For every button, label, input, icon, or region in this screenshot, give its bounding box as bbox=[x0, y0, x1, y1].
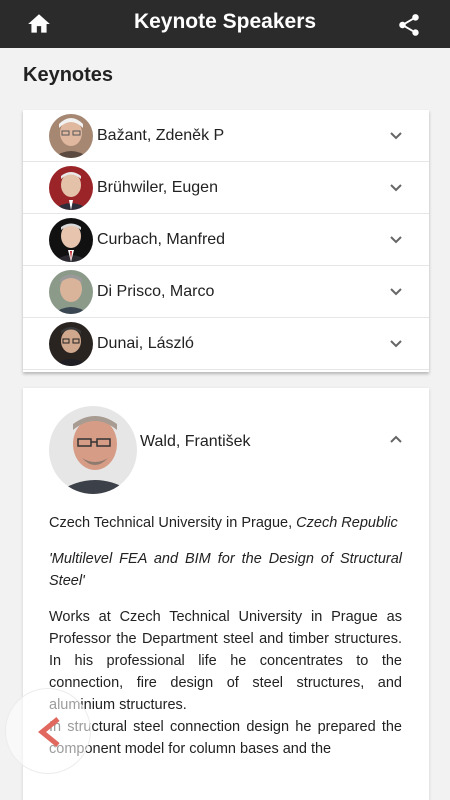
chevron-down-icon[interactable] bbox=[389, 338, 403, 350]
speaker-affiliation: Czech Technical University in Prague, Cz… bbox=[49, 512, 402, 534]
affiliation-institution: Czech Technical University in Prague, bbox=[49, 515, 293, 531]
share-icon[interactable] bbox=[396, 12, 422, 38]
speaker-name: Wald, František bbox=[140, 433, 251, 450]
speaker-name: Curbach, Manfred bbox=[97, 231, 226, 248]
speaker-row-di-prisco[interactable]: Di Prisco, Marco bbox=[23, 266, 429, 318]
speaker-avatar-large bbox=[49, 406, 137, 494]
speaker-details: Czech Technical University in Prague, Cz… bbox=[49, 512, 402, 760]
talk-title-text: 'Multilevel FEA and BIM for the Design o… bbox=[49, 551, 402, 589]
back-button[interactable] bbox=[5, 688, 91, 774]
speaker-avatar bbox=[49, 322, 93, 366]
speaker-name: Bažant, Zdeněk P bbox=[97, 127, 225, 144]
speaker-row-bazant[interactable]: Bažant, Zdeněk P bbox=[23, 110, 429, 162]
chevron-down-icon[interactable] bbox=[389, 234, 403, 246]
affiliation-country: Czech Republic bbox=[296, 515, 398, 531]
chevron-left-icon bbox=[38, 717, 60, 747]
speaker-row-curbach[interactable]: Curbach, Manfred bbox=[23, 214, 429, 266]
chevron-down-icon[interactable] bbox=[389, 182, 403, 194]
speaker-row-dunai[interactable]: Dunai, László bbox=[23, 318, 429, 370]
speaker-avatar bbox=[49, 218, 93, 262]
speaker-avatar bbox=[49, 270, 93, 314]
app-bar: Keynote Speakers bbox=[0, 0, 450, 48]
chevron-down-icon[interactable] bbox=[389, 130, 403, 142]
speaker-list: Bažant, Zdeněk P Brühwiler, Eugen Curbac… bbox=[23, 110, 429, 372]
chevron-up-icon[interactable] bbox=[389, 433, 403, 445]
speaker-bio-paragraph: Works at Czech Technical University in P… bbox=[49, 609, 402, 713]
speaker-name: Di Prisco, Marco bbox=[97, 283, 215, 300]
speaker-avatar bbox=[49, 114, 93, 158]
talk-title: 'Multilevel FEA and BIM for the Design o… bbox=[49, 548, 402, 592]
speaker-name: Brühwiler, Eugen bbox=[97, 179, 218, 196]
speaker-avatar bbox=[49, 166, 93, 210]
speaker-bio-paragraph: In structural steel connection design he… bbox=[49, 719, 402, 757]
section-title: Keynotes bbox=[23, 64, 114, 86]
speaker-row-bruhwiler[interactable]: Brühwiler, Eugen bbox=[23, 162, 429, 214]
chevron-down-icon[interactable] bbox=[389, 286, 403, 298]
page-title: Keynote Speakers bbox=[133, 10, 317, 33]
speaker-name: Dunai, László bbox=[97, 335, 194, 352]
